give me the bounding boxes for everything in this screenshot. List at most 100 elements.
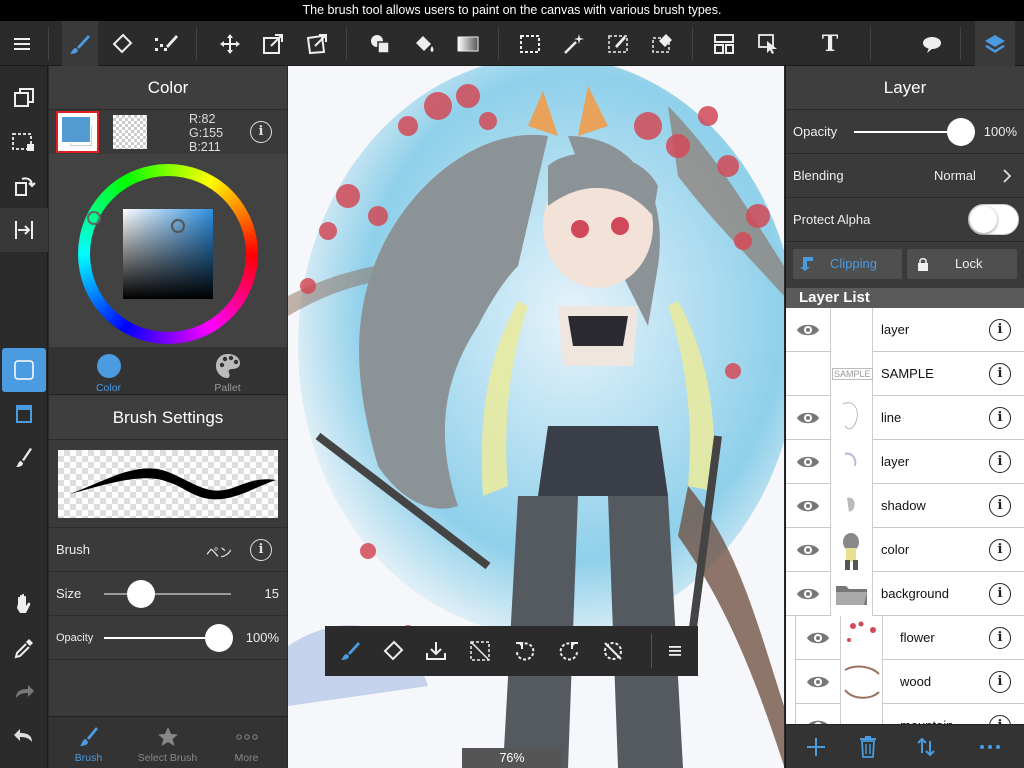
float-undo-icon[interactable] (503, 626, 547, 676)
layer-info-icon[interactable]: i (989, 363, 1011, 385)
tab-more[interactable]: More (207, 717, 286, 768)
size-slider[interactable] (104, 580, 231, 608)
eyedropper-icon[interactable] (0, 626, 48, 670)
menu-icon[interactable] (4, 21, 40, 66)
tab-pallet[interactable]: Pallet (168, 347, 287, 395)
redo-icon[interactable] (0, 670, 48, 714)
brush-settings-icon[interactable] (0, 436, 48, 480)
select-pen-icon[interactable] (600, 21, 636, 66)
speech-bubble-icon[interactable] (914, 21, 950, 66)
layer-row-wood[interactable]: wood i (795, 660, 1024, 704)
layer-info-icon[interactable]: i (989, 319, 1011, 341)
brush-type-row[interactable]: Brush ペン i (49, 527, 287, 571)
layer-info-icon[interactable]: i (989, 451, 1011, 473)
transform-icon[interactable] (255, 21, 291, 66)
hand-icon[interactable] (0, 582, 48, 626)
layout-icon[interactable] (706, 21, 742, 66)
drawing-canvas[interactable]: 76% (288, 66, 784, 768)
protect-alpha-toggle[interactable] (968, 204, 1019, 235)
eye-icon[interactable] (786, 308, 830, 352)
text-tool-icon[interactable]: T (812, 21, 848, 66)
trash-icon[interactable] (838, 725, 897, 768)
brush-icon[interactable] (62, 21, 98, 66)
magic-wand-icon[interactable] (556, 21, 592, 66)
bucket-icon[interactable] (406, 21, 442, 66)
select-arrow-icon[interactable] (750, 21, 786, 66)
panel-toggle-icon[interactable] (0, 392, 48, 436)
color-info-icon[interactable]: i (250, 121, 272, 143)
eye-icon[interactable] (786, 440, 830, 484)
dot-brush-icon[interactable] (148, 21, 184, 66)
eye-icon[interactable] (796, 660, 840, 704)
clipping-button[interactable]: Clipping (793, 249, 902, 279)
layer-row-layer[interactable]: layer i (786, 308, 1024, 352)
layer-thumbnail (840, 616, 883, 660)
layer-row-sample[interactable]: SAMPLE SAMPLE i (786, 352, 1024, 396)
opacity-slider[interactable] (104, 624, 233, 652)
layer-row-line[interactable]: line i (786, 396, 1024, 440)
eye-icon[interactable] (786, 484, 830, 528)
layer-info-icon[interactable]: i (989, 539, 1011, 561)
float-save-icon[interactable] (414, 626, 458, 676)
move-icon[interactable] (212, 21, 248, 66)
layer-info-icon[interactable]: i (989, 715, 1011, 724)
layer-row-shadow[interactable]: shadow i (786, 484, 1024, 528)
rotate-icon[interactable] (0, 164, 48, 208)
copy-layer-icon[interactable] (0, 76, 48, 120)
add-layer-icon[interactable] (786, 725, 845, 768)
layers-icon[interactable] (975, 21, 1015, 66)
opacity-slider-knob[interactable] (205, 624, 233, 652)
select-rect-icon[interactable] (512, 21, 548, 66)
tab-select-brush[interactable]: Select Brush (128, 717, 207, 768)
layer-row-flower[interactable]: flower i (795, 616, 1024, 660)
free-transform-icon[interactable] (299, 21, 335, 66)
select-eraser-icon[interactable] (644, 21, 680, 66)
sub-color-swatch[interactable] (113, 115, 147, 149)
layer-opacity-knob[interactable] (947, 118, 975, 146)
layer-row-color[interactable]: color i (786, 528, 1024, 572)
lock-button[interactable]: Lock (907, 249, 1017, 279)
eye-hidden-slot[interactable] (786, 352, 830, 396)
layer-info-icon[interactable]: i (989, 671, 1011, 693)
eye-icon[interactable] (796, 616, 840, 660)
eye-icon[interactable] (786, 528, 830, 572)
eye-icon[interactable] (786, 396, 830, 440)
hue-handle[interactable] (87, 211, 101, 225)
layer-name: flower (900, 630, 935, 645)
layer-info-icon[interactable]: i (989, 407, 1011, 429)
float-eraser-icon[interactable] (371, 626, 415, 676)
undo-icon[interactable] (0, 714, 48, 758)
blending-row[interactable]: Blending Normal (786, 154, 1024, 198)
eye-icon[interactable] (786, 572, 830, 616)
layer-opacity-label: Opacity (793, 124, 838, 139)
more-options-icon[interactable] (960, 725, 1019, 768)
brush-info-icon[interactable]: i (250, 539, 272, 561)
layer-info-icon[interactable]: i (989, 627, 1011, 649)
layer-row-layer-2[interactable]: layer i (786, 440, 1024, 484)
layer-opacity-slider[interactable] (854, 118, 975, 146)
float-menu-icon[interactable] (653, 626, 697, 676)
selection-layer-icon[interactable] (0, 120, 48, 164)
gradient-icon[interactable] (450, 21, 486, 66)
eye-icon[interactable] (796, 704, 840, 724)
main-color-swatch[interactable] (56, 111, 99, 153)
float-redo-icon[interactable] (547, 626, 591, 676)
saturation-value-square[interactable] (123, 209, 213, 299)
reorder-layers-icon[interactable] (896, 725, 955, 768)
layer-info-icon[interactable]: i (989, 495, 1011, 517)
float-rotate-reset-icon[interactable] (591, 626, 635, 676)
color-button[interactable] (2, 348, 46, 392)
layer-name: color (881, 542, 910, 557)
fill-shape-icon[interactable] (362, 21, 398, 66)
tab-brush[interactable]: Brush (49, 717, 128, 768)
ruler-icon[interactable] (0, 208, 48, 252)
sv-handle[interactable] (171, 219, 185, 233)
layer-row-background[interactable]: background i (786, 572, 1024, 616)
tab-color[interactable]: Color (49, 347, 168, 395)
float-deselect-icon[interactable] (458, 626, 502, 676)
size-slider-knob[interactable] (127, 580, 155, 608)
eraser-icon[interactable] (104, 21, 140, 66)
layer-row-mountain[interactable]: mountain i (795, 704, 1024, 724)
layer-info-icon[interactable]: i (989, 583, 1011, 605)
float-brush-icon[interactable] (328, 626, 372, 676)
